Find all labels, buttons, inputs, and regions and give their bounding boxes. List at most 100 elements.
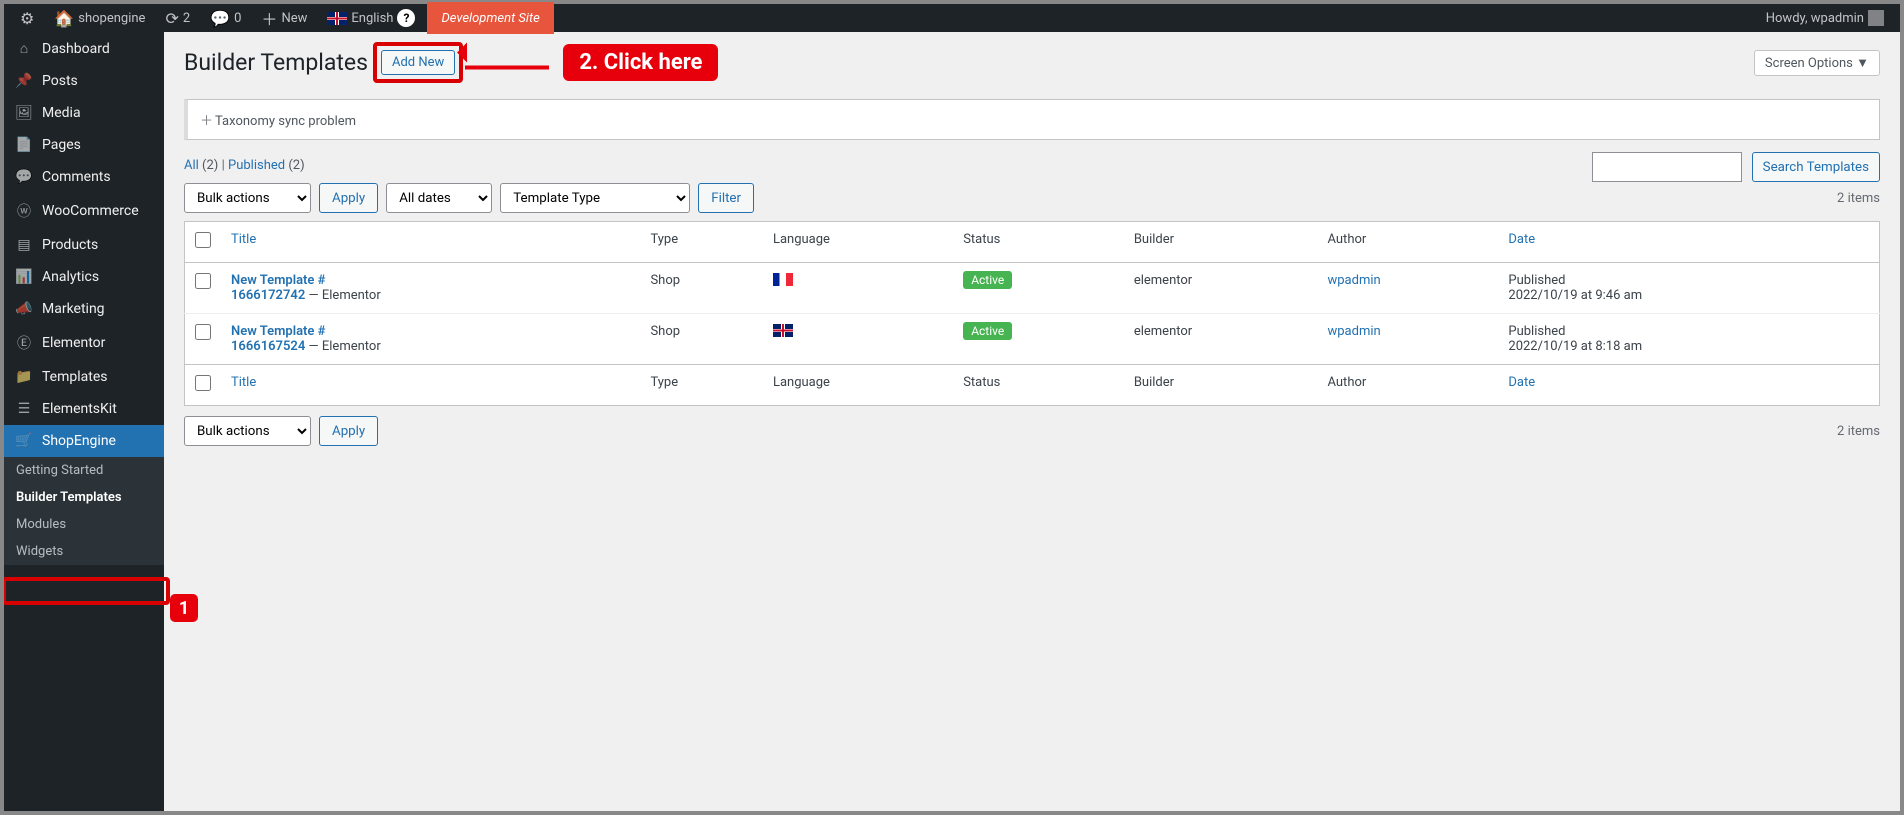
menu-posts[interactable]: 📌Posts [4,65,164,97]
screen-options-label: Screen Options [1765,56,1853,71]
menu-label: WooCommerce [42,203,139,219]
menu-label: ShopEngine [42,433,116,449]
plus-icon: ＋ [261,6,277,30]
gb-flag-icon [773,324,793,337]
menu-label: Comments [42,169,111,185]
menu-analytics[interactable]: 📊 Analytics [4,261,164,293]
media-icon: 🖼 [14,105,34,121]
submenu-shopengine: Getting Started Builder Templates Module… [4,457,164,565]
site-name: shopengine [78,11,145,26]
search-input[interactable] [1592,152,1742,182]
cart-icon: 🛒 [14,433,34,449]
menu-label: Pages [42,137,81,153]
analytics-icon: 📊 [14,269,34,285]
comment-icon: 💬 [210,9,230,28]
status-badge: Active [963,322,1012,340]
elementor-icon: Ⓔ [14,333,34,353]
site-home[interactable]: 🏠 shopengine [46,2,153,34]
notice-taxonomy: ＋Taxonomy sync problem [184,99,1880,140]
menu-pages[interactable]: 📄Pages [4,129,164,161]
menu-templates[interactable]: 📁 Templates [4,361,164,393]
col-builder-foot: Builder [1124,365,1318,406]
apply-button-bottom[interactable]: Apply [319,416,378,446]
items-count-bottom: 2 items [1837,424,1880,439]
sub-builder-templates[interactable]: Builder Templates [4,484,164,511]
menu-marketing[interactable]: 📣 Marketing [4,293,164,325]
filter-button[interactable]: Filter [698,183,754,213]
col-date[interactable]: Date [1498,222,1879,263]
dates-select[interactable]: All dates [386,183,492,213]
sub-modules[interactable]: Modules [4,511,164,538]
templates-table: Title Type Language Status Builder Autho… [184,221,1880,406]
separator: | [222,158,225,173]
table-row: New Template #1666172742 — Elementor Sho… [185,263,1880,314]
menu-elementor[interactable]: ⒺElementor [4,325,164,361]
menu-label: Marketing [42,301,105,317]
col-author: Author [1317,222,1498,263]
search-button[interactable]: Search Templates [1752,152,1880,182]
menu-label: Products [42,237,98,253]
menu-shopengine[interactable]: 🛒 ShopEngine [4,425,164,457]
filter-published[interactable]: Published [228,158,285,173]
menu-woocommerce[interactable]: ⓦ WooCommerce [4,193,164,229]
col-date-foot[interactable]: Date [1498,365,1879,406]
menu-label: Templates [42,369,108,385]
tablenav-bottom: Bulk actions Apply 2 items [184,416,1880,446]
filter-all[interactable]: All [184,158,199,173]
table-row: New Template #1666167524 — Elementor Sho… [185,314,1880,365]
select-all-bottom[interactable] [195,375,211,391]
annotation-callout-2: 2. Click here [563,44,718,81]
col-author-foot: Author [1317,365,1498,406]
tablenav-top: Bulk actions Apply All dates Template Ty… [184,183,1880,213]
updates[interactable]: ⟳2 [157,2,198,34]
row-title-suffix: — Elementor [305,288,380,303]
updates-count: 2 [183,11,190,26]
col-title[interactable]: Title [221,222,640,263]
col-title-foot[interactable]: Title [221,365,640,406]
screen-options-button[interactable]: Screen Options ▼ [1754,50,1880,76]
menu-label: ElementsKit [42,401,117,417]
template-type-select[interactable]: Template Type [500,183,690,213]
row-type: Shop [640,263,763,314]
menu-label: Dashboard [42,41,110,57]
folder-icon: 📁 [14,369,34,385]
bulk-actions-select[interactable]: Bulk actions [184,183,311,213]
menu-comments[interactable]: 💬 Comments [4,161,164,193]
comment-icon: 💬 [14,169,34,185]
row-checkbox[interactable] [195,324,211,340]
wp-logo[interactable]: ⚙ [12,2,42,34]
row-date: Published2022/10/19 at 8:18 am [1498,314,1879,365]
apply-button-top[interactable]: Apply [319,183,378,213]
uk-flag-icon [327,12,347,25]
help-icon: ? [397,9,415,27]
arrow-icon [465,50,549,75]
language-switcher[interactable]: English? [319,2,423,34]
add-new-button[interactable]: Add New [381,50,455,75]
search-box: Search Templates [1592,152,1880,182]
products-icon: ▤ [14,237,34,253]
menu-label: Posts [42,73,78,89]
author-link[interactable]: wpadmin [1327,324,1380,339]
row-checkbox[interactable] [195,273,211,289]
menu-label: Analytics [42,269,99,285]
sub-getting-started[interactable]: Getting Started [4,457,164,484]
notice-text: Taxonomy sync problem [215,114,356,129]
bulk-actions-select-bottom[interactable]: Bulk actions [184,416,311,446]
select-all-top[interactable] [195,232,211,248]
elementskit-icon: ☰ [14,401,34,417]
filter-label: Published [228,158,285,173]
my-account[interactable]: Howdy, wpadmin [1758,2,1892,34]
woo-icon: ⓦ [14,201,34,221]
new-content[interactable]: ＋New [253,2,315,34]
items-count-top: 2 items [1837,191,1880,206]
menu-elementskit[interactable]: ☰ ElementsKit [4,393,164,425]
comments-bubble[interactable]: 💬0 [202,2,249,34]
sub-widgets[interactable]: Widgets [4,538,164,565]
author-link[interactable]: wpadmin [1327,273,1380,288]
home-icon: 🏠 [54,9,74,28]
menu-media[interactable]: 🖼Media [4,97,164,129]
menu-products[interactable]: ▤ Products [4,229,164,261]
filter-count: (2) [288,158,304,173]
megaphone-icon: 📣 [14,301,34,317]
menu-dashboard[interactable]: ⌂Dashboard [4,32,164,65]
